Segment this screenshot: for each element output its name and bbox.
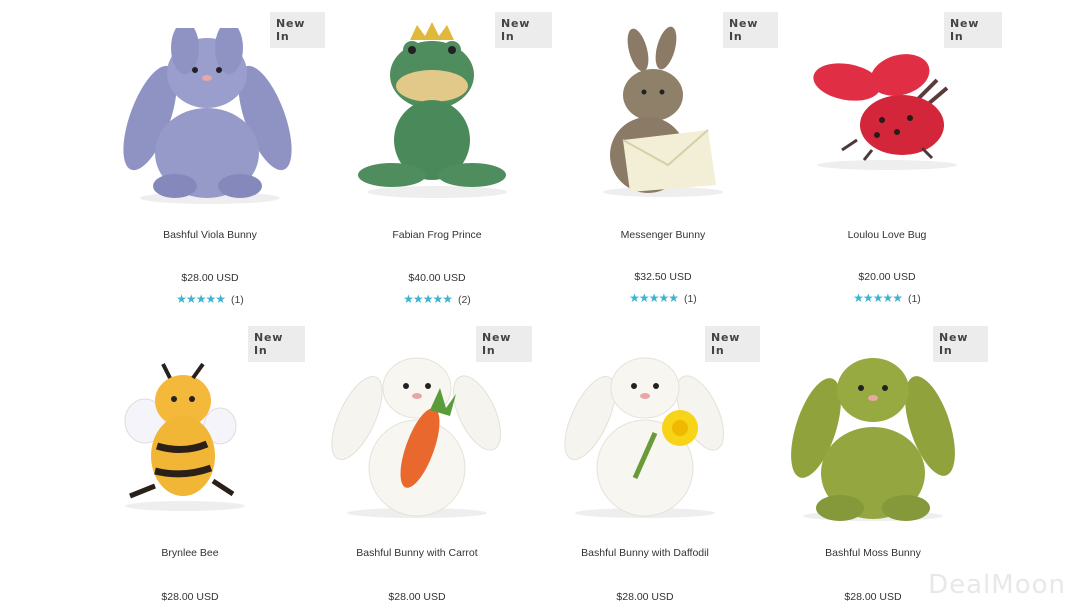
watermark: DealMoon [928,570,1066,600]
product-name[interactable]: Fabian Frog Prince [322,229,552,241]
product-rating: ★★★★★ (1) [548,291,778,305]
product-image[interactable] [322,20,552,210]
product-name[interactable]: Bashful Viola Bunny [95,229,325,241]
product-rating: ★★★★★ (1) [95,292,325,306]
product-price: $40.00 USD [408,272,466,284]
review-count: (2) [457,294,471,306]
review-count: (1) [907,293,921,305]
product-name[interactable]: Messenger Bunny [548,229,778,241]
product-name[interactable]: Bashful Bunny with Carrot [302,547,532,559]
product-rating: ★★★★★ (1) [772,291,1002,305]
product-name[interactable]: Brynlee Bee [75,547,305,559]
product-rating: ★★★★★ (2) [322,292,552,306]
product-name[interactable]: Bashful Moss Bunny [758,547,988,559]
review-count: (1) [683,293,697,305]
product-price: $28.00 USD [161,591,219,603]
star-rating-icon: ★★★★★ [853,291,903,305]
product-price: $20.00 USD [858,271,916,283]
product-price: $28.00 USD [616,591,674,603]
product-image[interactable] [95,28,325,218]
product-name[interactable]: Loulou Love Bug [772,229,1002,241]
product-image[interactable] [548,20,778,210]
product-name[interactable]: Bashful Bunny with Daffodil [530,547,760,559]
product-image[interactable] [530,348,760,538]
star-rating-icon: ★★★★★ [176,292,226,306]
product-image[interactable] [302,348,532,538]
product-image[interactable] [772,20,1002,210]
star-rating-icon: ★★★★★ [629,291,679,305]
product-image[interactable] [758,348,988,538]
product-image[interactable] [75,356,305,546]
product-price: $28.00 USD [388,591,446,603]
review-count: (1) [230,294,244,306]
product-price: $28.00 USD [181,272,239,284]
star-rating-icon: ★★★★★ [403,292,453,306]
product-price: $32.50 USD [634,271,692,283]
